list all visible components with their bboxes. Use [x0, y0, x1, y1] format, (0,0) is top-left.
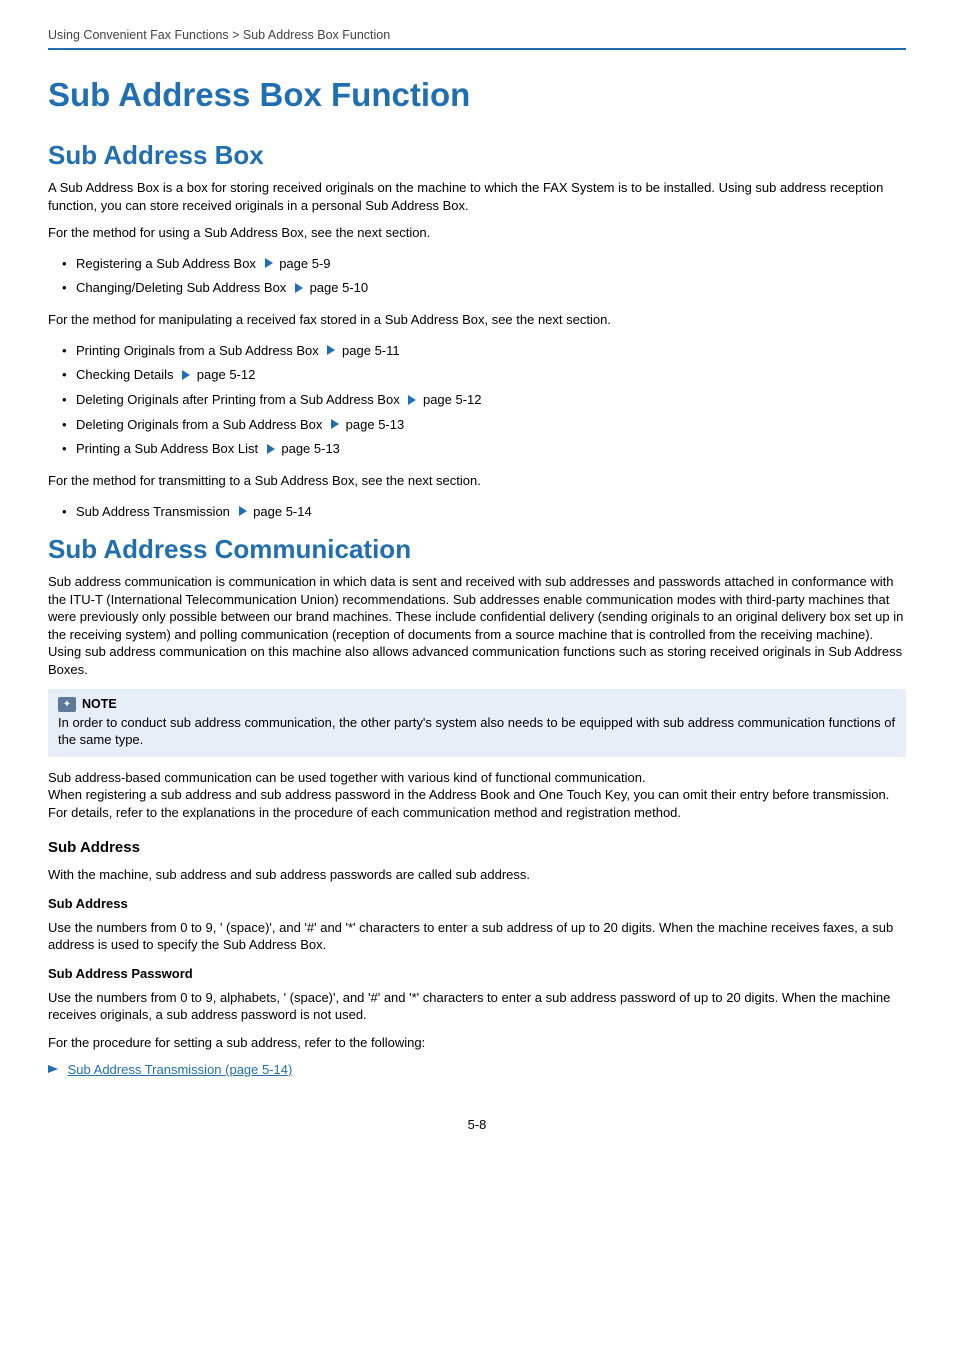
- sub-address-password-text: Use the numbers from 0 to 9, alphabets, …: [48, 989, 906, 1024]
- section-sub-address-communication: Sub Address Communication: [48, 534, 906, 565]
- divider-top: [48, 48, 906, 50]
- list-using: Registering a Sub Address Box page 5-9 C…: [62, 252, 906, 301]
- list-text: Printing Originals from a Sub Address Bo…: [76, 343, 319, 358]
- page-ref: page 5-12: [423, 392, 482, 407]
- arrow-right-icon: [48, 1065, 58, 1073]
- breadcrumb: Using Convenient Fax Functions > Sub Add…: [48, 28, 906, 42]
- lead-manipulating: For the method for manipulating a receiv…: [48, 311, 906, 329]
- page-ref: page 5-12: [197, 367, 256, 382]
- communication-paragraph-2: Sub address-based communication can be u…: [48, 769, 906, 822]
- list-text: Changing/Deleting Sub Address Box: [76, 280, 286, 295]
- page-ref: page 5-10: [310, 280, 369, 295]
- triangle-right-icon: [295, 283, 303, 293]
- triangle-right-icon: [182, 370, 190, 380]
- note-box: ✦ NOTE In order to conduct sub address c…: [48, 689, 906, 757]
- list-text: Printing a Sub Address Box List: [76, 441, 258, 456]
- list-item: Changing/Deleting Sub Address Box page 5…: [62, 276, 906, 301]
- list-manipulating: Printing Originals from a Sub Address Bo…: [62, 339, 906, 462]
- page-ref: page 5-13: [281, 441, 340, 456]
- triangle-right-icon: [265, 258, 273, 268]
- list-item: Deleting Originals after Printing from a…: [62, 388, 906, 413]
- page-ref: page 5-14: [253, 504, 312, 519]
- list-transmitting: Sub Address Transmission page 5-14: [62, 500, 906, 525]
- heading-sub-address: Sub Address: [48, 839, 906, 856]
- triangle-right-icon: [267, 444, 275, 454]
- page-ref: page 5-9: [279, 256, 330, 271]
- list-text: Deleting Originals after Printing from a…: [76, 392, 400, 407]
- procedure-lead: For the procedure for setting a sub addr…: [48, 1034, 906, 1052]
- link-sub-address-transmission[interactable]: Sub Address Transmission (page 5-14): [68, 1062, 293, 1077]
- lead-transmitting: For the method for transmitting to a Sub…: [48, 472, 906, 490]
- list-text: Deleting Originals from a Sub Address Bo…: [76, 417, 322, 432]
- page-ref: page 5-11: [342, 343, 400, 358]
- list-text: Registering a Sub Address Box: [76, 256, 256, 271]
- note-title: NOTE: [82, 697, 117, 711]
- heading-sub-address-password: Sub Address Password: [48, 966, 906, 981]
- list-text: Checking Details: [76, 367, 174, 382]
- list-item: Printing a Sub Address Box List page 5-1…: [62, 437, 906, 462]
- lead-using: For the method for using a Sub Address B…: [48, 224, 906, 242]
- communication-paragraph: Sub address communication is communicati…: [48, 573, 906, 678]
- link-line: Sub Address Transmission (page 5-14): [48, 1062, 906, 1077]
- note-icon: ✦: [58, 697, 76, 712]
- triangle-right-icon: [327, 345, 335, 355]
- page-ref: page 5-13: [346, 417, 405, 432]
- page-number: 5-8: [48, 1117, 906, 1132]
- list-item: Sub Address Transmission page 5-14: [62, 500, 906, 525]
- list-item: Printing Originals from a Sub Address Bo…: [62, 339, 906, 364]
- list-item: Deleting Originals from a Sub Address Bo…: [62, 413, 906, 438]
- triangle-right-icon: [408, 395, 416, 405]
- sub-address-detail-text: Use the numbers from 0 to 9, ' (space)',…: [48, 919, 906, 954]
- sub-address-intro: With the machine, sub address and sub ad…: [48, 866, 906, 884]
- list-text: Sub Address Transmission: [76, 504, 230, 519]
- list-item: Checking Details page 5-12: [62, 363, 906, 388]
- note-text: In order to conduct sub address communic…: [58, 714, 896, 749]
- list-item: Registering a Sub Address Box page 5-9: [62, 252, 906, 277]
- triangle-right-icon: [331, 419, 339, 429]
- note-header: ✦ NOTE: [58, 697, 896, 712]
- heading-sub-address-detail: Sub Address: [48, 896, 906, 911]
- page-title: Sub Address Box Function: [48, 76, 906, 114]
- section-sub-address-box: Sub Address Box: [48, 140, 906, 171]
- intro-paragraph: A Sub Address Box is a box for storing r…: [48, 179, 906, 214]
- triangle-right-icon: [239, 506, 247, 516]
